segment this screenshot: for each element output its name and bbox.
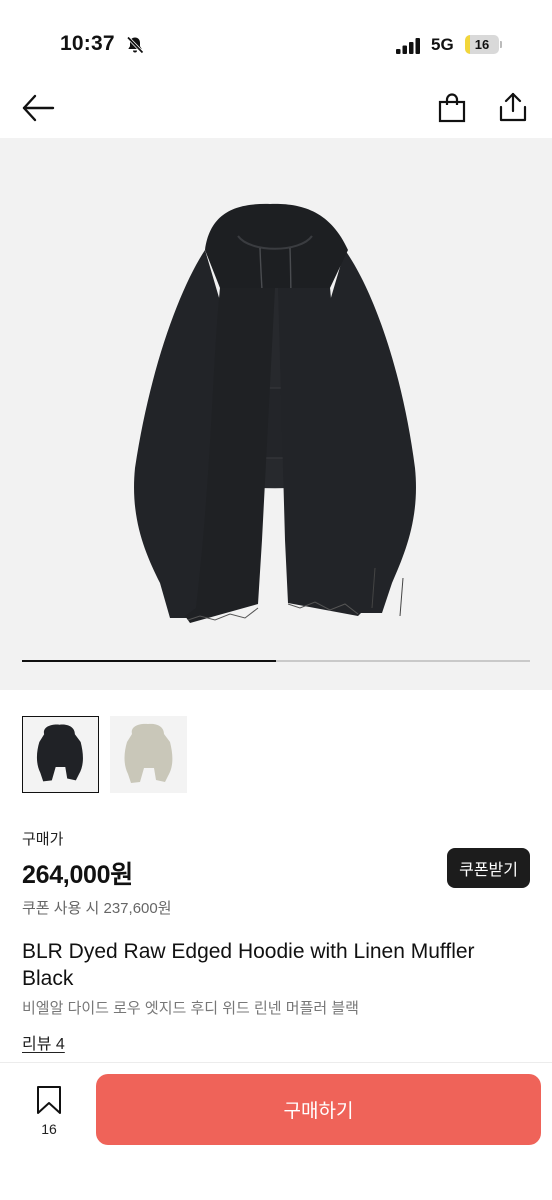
thumbnail-beige[interactable] (110, 716, 187, 793)
share-icon (499, 92, 527, 122)
thumbnail-black[interactable] (22, 716, 99, 793)
thumbnail-black-image (36, 724, 83, 782)
thumbnail-list (22, 716, 187, 794)
product-title: BLR Dyed Raw Edged Hoodie with Linen Muf… (22, 940, 475, 990)
price-section: 구매가 264,000원 쿠폰 사용 시 237,600원 쿠폰받기 (22, 828, 530, 918)
wishlist-button[interactable]: 16 (26, 1085, 72, 1141)
product-image (134, 203, 416, 623)
bottom-action-bar: 16 구매하기 (0, 1062, 552, 1200)
gallery-progress-fill (22, 660, 276, 662)
bell-off-icon (126, 36, 144, 54)
signal-icon (396, 38, 420, 54)
status-time: 10:37 (60, 32, 115, 55)
buy-button[interactable]: 구매하기 (96, 1074, 541, 1145)
battery-icon: 16 (465, 35, 502, 54)
wishlist-count: 16 (41, 1121, 57, 1137)
share-button[interactable] (492, 86, 534, 128)
battery-level: 16 (474, 37, 490, 52)
back-arrow-icon (22, 94, 55, 122)
get-coupon-button[interactable]: 쿠폰받기 (447, 848, 530, 888)
product-info: BLR Dyed Raw Edged Hoodie with Linen Muf… (22, 938, 530, 1054)
shopping-bag-icon (438, 93, 466, 123)
network-label: 5G (431, 35, 454, 54)
price-label: 구매가 (22, 831, 64, 848)
coupon-price: 쿠폰 사용 시 237,600원 (22, 900, 172, 917)
nav-bar (0, 80, 552, 136)
bookmark-icon (37, 1086, 61, 1114)
review-link[interactable]: 리뷰 4 (22, 1030, 65, 1054)
back-button[interactable] (18, 88, 58, 128)
status-bar: 10:37 5G 16 (0, 0, 552, 80)
gallery-progress (22, 660, 530, 662)
product-image-gallery[interactable] (0, 138, 552, 690)
thumbnail-beige-image (124, 723, 173, 783)
product-subtitle: 비엘알 다이드 로우 엣지드 후디 위드 린넨 머플러 블랙 (22, 1000, 359, 1017)
shopping-bag-button[interactable] (432, 88, 472, 128)
